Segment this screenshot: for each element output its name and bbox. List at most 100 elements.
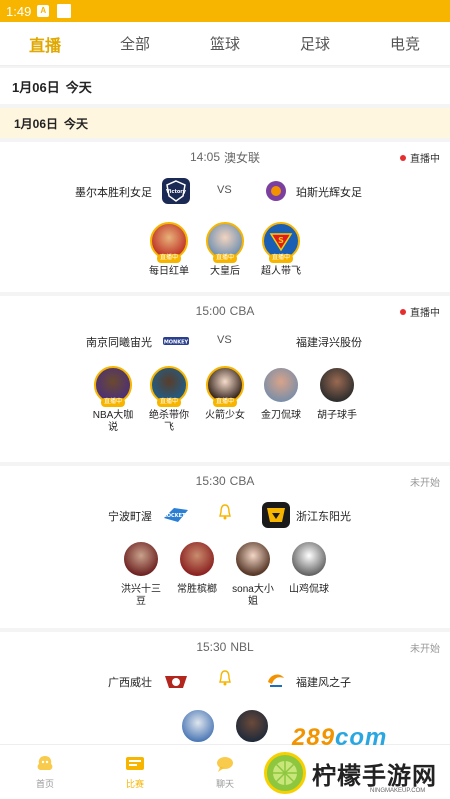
match-teams: 广西威壮 福建风之子 [0,662,450,702]
status-bar: 1:49 A [0,0,450,22]
avatar[interactable]: 直播中 [206,366,244,407]
notification-icon: A [37,5,50,17]
svg-text:S: S [278,236,284,245]
home-team-name: 宁波町渥 [108,511,152,523]
notification-box-icon [57,4,72,18]
anchor-item[interactable]: 常胜槟榔 [176,540,218,608]
anchor-item[interactable]: 胡子球手 [316,366,358,434]
away-team-logo-icon [262,668,290,694]
anchor-item[interactable]: S 直播中 超人带飞 [260,222,302,278]
nav-match[interactable]: 比赛 [90,745,180,799]
away-team-name: 福建浔兴股份 [296,337,362,349]
live-tag: 直播中 [156,254,182,263]
home-icon [37,756,53,770]
tab-basketball[interactable]: 篮球 [180,22,270,65]
home-team-logo-icon: ROCKETS [162,502,190,528]
anchor-name: 超人带飞 [261,266,301,277]
avatar[interactable] [262,366,300,404]
match-league: CBA [229,304,255,318]
tab-football[interactable]: 足球 [270,22,360,65]
svg-text:ROCKETS: ROCKETS [163,513,189,519]
pending-status: 未开始 [410,644,440,655]
date-header-date: 1月06日 [12,79,60,95]
match-league: 澳女联 [224,150,261,165]
avatar[interactable] [178,540,216,578]
match-header: 15:30 NBL 未开始 [0,632,450,662]
live-status: 直播中 [400,304,440,319]
anchor-item[interactable]: sona大小姐 [232,540,274,608]
match-card[interactable]: 15:00 CBA 直播中 南京同曦宙光 MONKEY VS 福建浔兴股份 直播… [0,296,450,462]
avatar[interactable] [234,540,272,578]
anchor-item[interactable]: 洪兴十三豆 [120,540,162,608]
anchor-name: 山鸡侃球 [289,584,329,595]
match-time: 15:30 [195,474,226,488]
anchor-item[interactable]: 直播中 每日红单 [148,222,190,278]
tab-live[interactable]: 直播 [0,22,90,65]
match-teams: 宁波町渥 ROCKETS 浙江东阳光 [0,496,450,536]
chat-icon [217,757,233,772]
svg-text:Victory: Victory [166,189,187,195]
tab-all[interactable]: 全部 [90,22,180,65]
match-card[interactable]: 15:30 CBA 未开始 宁波町渥 ROCKETS 浙江东阳光 洪兴十三豆 常… [0,466,450,628]
anchor-name: sona大小姐 [232,584,274,607]
date-header-day: 今天 [65,79,92,95]
nav-home-label: 首页 [35,779,54,789]
nav-chat[interactable]: 聊天 [180,745,270,799]
avatar[interactable]: 直播中 [150,366,188,407]
site-watermark: 289com 柠檬手游网 NINGMAKEUP.COM [262,722,450,799]
anchor-name: 大皇后 [210,266,240,277]
match-time: 15:00 [195,304,226,318]
status-time: 1:49 [6,3,32,19]
avatar[interactable] [318,366,356,404]
nav-home[interactable]: 首页 [0,745,90,799]
avatar[interactable] [180,708,216,744]
versus-label: VS [217,334,232,346]
home-team-name: 广西威壮 [108,677,152,689]
live-tag: 直播中 [212,398,238,407]
anchor-item[interactable]: 金刀侃球 [260,366,302,434]
avatar[interactable]: 直播中 [150,222,188,263]
category-tabs: 直播 全部 篮球 足球 电竞 [0,22,450,66]
anchor-list: 直播中 每日红单 直播中 大皇后 S 直播中 超人带飞 [0,212,450,278]
avatar[interactable]: 直播中 [206,222,244,263]
anchor-name: 火箭少女 [205,410,245,421]
anchor-item[interactable]: 直播中 火箭少女 [204,366,246,434]
anchor-item[interactable]: 直播中 大皇后 [204,222,246,278]
svg-text:MONKEY: MONKEY [164,340,189,346]
versus-label: VS [217,184,232,196]
anchor-item[interactable]: 直播中 绝杀带你飞 [148,366,190,434]
avatar[interactable]: 直播中 [94,366,132,407]
away-team-name: 珀斯光辉女足 [296,187,362,199]
match-league: NBL [230,640,254,654]
lemon-logo-icon [264,752,306,794]
date-sub-date: 1月06日 [14,116,59,131]
live-dot-icon [400,308,406,315]
live-tag: 直播中 [268,254,294,263]
live-tag: 直播中 [212,254,238,263]
match-teams: 墨尔本胜利女足 Victory VS 珀斯光辉女足 [0,172,450,212]
home-team-logo-icon [162,668,190,694]
bell-icon[interactable] [218,503,232,521]
away-team-logo-icon [262,178,290,204]
live-tag: 直播中 [156,398,182,407]
match-header: 15:00 CBA 直播中 [0,296,450,326]
bell-icon[interactable] [218,669,232,687]
away-team-logo-icon [262,502,290,528]
anchor-name: 绝杀带你飞 [149,410,189,433]
live-tag: 直播中 [100,398,126,407]
nav-chat-label: 聊天 [215,779,234,789]
anchor-name: 常胜槟榔 [177,584,217,595]
anchor-item[interactable]: 直播中 NBA大咖说 [92,366,134,434]
home-team-logo-icon: Victory [162,178,190,204]
anchor-item[interactable]: 山鸡侃球 [288,540,330,608]
avatar[interactable]: S 直播中 [262,222,300,263]
avatar[interactable] [122,540,160,578]
match-time: 15:30 [196,640,227,654]
anchor-name: 每日红单 [149,266,189,277]
live-status: 直播中 [400,150,440,165]
match-card[interactable]: 14:05 澳女联 直播中 墨尔本胜利女足 Victory VS 珀斯光辉女足 … [0,142,450,292]
anchor-name: 胡子球手 [317,410,357,421]
match-header: 14:05 澳女联 直播中 [0,142,450,172]
tab-esports[interactable]: 电竞 [360,22,450,65]
avatar[interactable] [290,540,328,578]
